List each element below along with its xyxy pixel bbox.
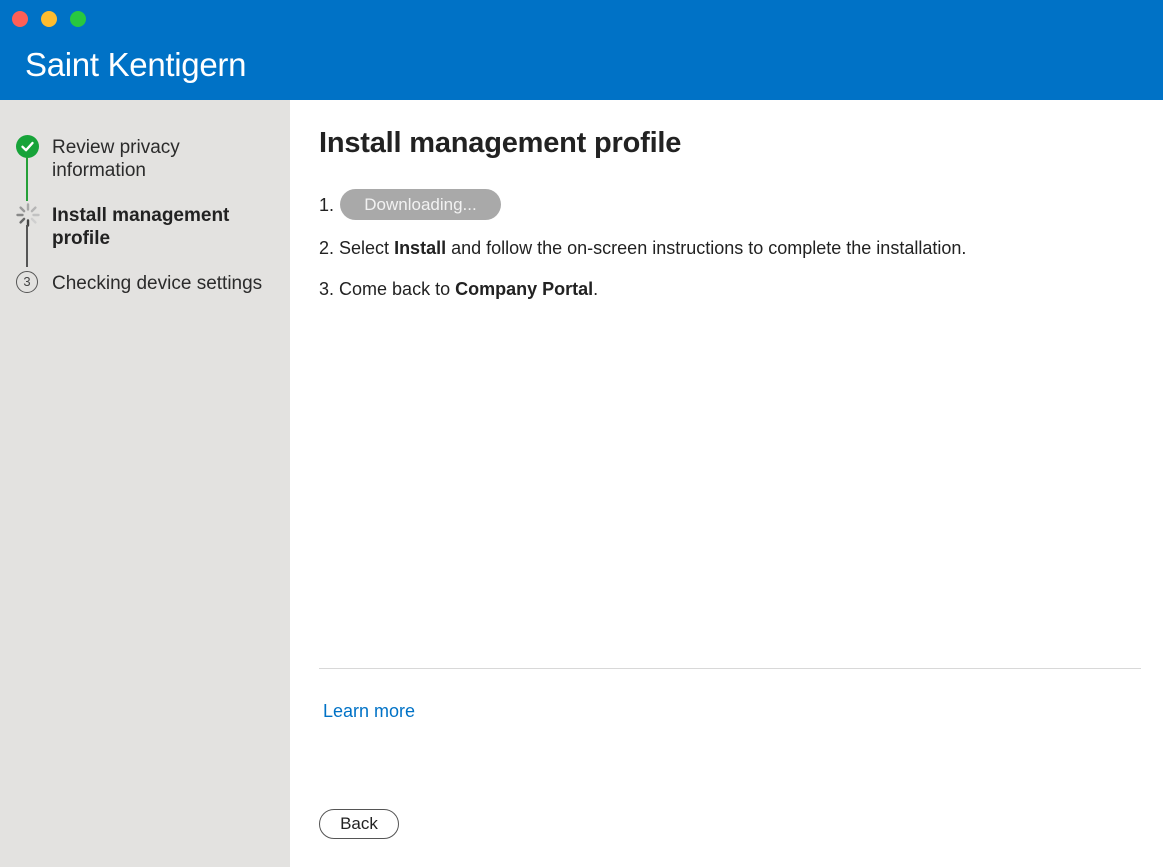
checkmark-icon [16, 135, 39, 158]
step-connector-complete [26, 157, 28, 201]
step-review-privacy: Review privacy information [52, 137, 180, 181]
title-bar: Saint Kentigern [0, 0, 1163, 100]
step2-text-bold: Install [394, 238, 447, 258]
step3-text-bold: Company Portal [455, 279, 594, 299]
step-number-3-icon: 3 [16, 271, 38, 293]
app-title: Saint Kentigern [25, 46, 247, 83]
step-install-profile: Install management profile [52, 205, 230, 249]
progress-sidebar: Review privacy information Install manag… [0, 100, 290, 867]
divider [319, 668, 1141, 669]
maximize-window-button[interactable] [70, 11, 86, 27]
step-checking-device: Checking device settings [52, 273, 263, 294]
step3-text-pre: Come back to [339, 279, 456, 299]
learn-more-link[interactable]: Learn more [323, 701, 415, 722]
instruction-step-2: 2. Select Install and follow the on-scre… [319, 238, 966, 259]
step3-number: 3. [319, 279, 335, 299]
step2-text-post: and follow the on-screen instructions to… [446, 238, 967, 258]
step1-number: 1. [319, 195, 335, 215]
minimize-window-button[interactable] [41, 11, 57, 27]
download-button[interactable]: Downloading... [340, 189, 501, 220]
step2-number: 2. [319, 238, 335, 258]
step3-text-post: . [593, 279, 599, 299]
step2-text-pre: Select [339, 238, 395, 258]
step-connector-pending [26, 225, 28, 267]
page-title: Install management profile [319, 127, 682, 159]
instruction-step-3: 3. Come back to Company Portal. [319, 279, 598, 300]
close-window-button[interactable] [12, 11, 28, 27]
back-button[interactable]: Back [319, 809, 399, 839]
spinner-icon [15, 202, 41, 228]
